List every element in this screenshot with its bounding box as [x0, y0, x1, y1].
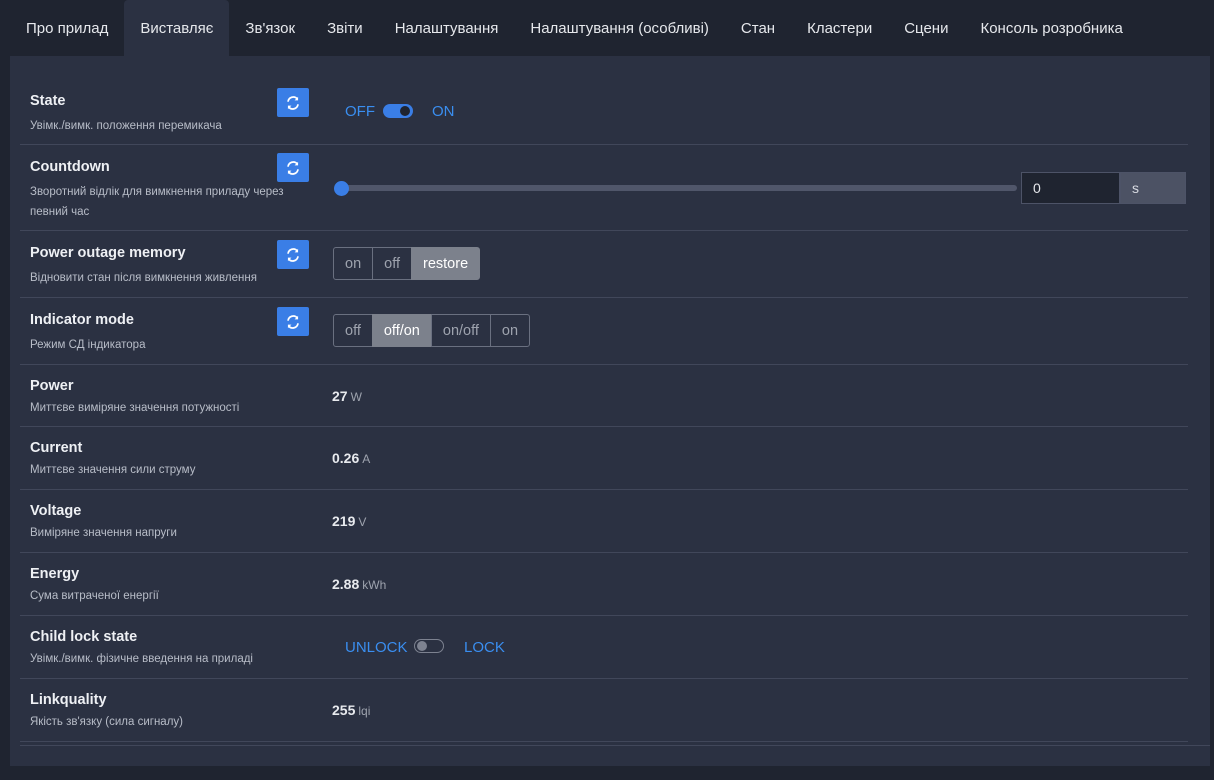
power-outage-memory-desc: Відновити стан після вимкнення живлення: [30, 272, 257, 284]
current-desc: Миттєве значення сили струму: [30, 464, 196, 476]
linkquality-row: Linkquality Якість зв'язку (сила сигналу…: [20, 679, 1188, 742]
voltage-name: Voltage: [30, 503, 82, 519]
state-switch-knob: [400, 106, 410, 116]
child-lock-switch[interactable]: [414, 639, 444, 653]
countdown-refresh-button[interactable]: [277, 153, 309, 182]
current-number: 0.26: [332, 450, 360, 466]
countdown-row: Countdown Зворотний відлік для вимкнення…: [20, 145, 1188, 231]
energy-desc: Сума витраченої енергії: [30, 590, 159, 602]
tab-reporting[interactable]: Звіти: [311, 0, 379, 56]
countdown-desc: Зворотний відлік для вимкнення приладу ч…: [30, 186, 284, 218]
linkquality-desc: Якість зв'язку (сила сигналу): [30, 716, 183, 728]
current-row: Current Миттєве значення сили струму 0.2…: [20, 427, 1188, 490]
indicator-mode-option-on-off[interactable]: on/off: [430, 314, 491, 347]
indicator-mode-options: off off/on on/off on: [333, 314, 531, 347]
power-outage-memory-refresh-button[interactable]: [277, 240, 309, 269]
tab-settings-specific[interactable]: Налаштування (особливі): [514, 0, 725, 56]
countdown-unit: s: [1120, 172, 1186, 204]
child-lock-desc: Увімк./вимк. фізичне введення на приладі: [30, 653, 253, 665]
power-outage-memory-row: Power outage memory Відновити стан після…: [20, 231, 1188, 298]
child-lock-row: Child lock state Увімк./вимк. фізичне вв…: [20, 616, 1188, 679]
voltage-row: Voltage Виміряне значення напруги 219 V: [20, 490, 1188, 553]
energy-unit: kWh: [362, 578, 387, 592]
energy-value: 2.88 kWh: [332, 576, 386, 592]
tab-bind[interactable]: Зв'язок: [229, 0, 311, 56]
current-name: Current: [30, 440, 83, 456]
power-outage-memory-option-restore[interactable]: restore: [411, 247, 481, 280]
energy-number: 2.88: [332, 576, 360, 592]
child-lock-name: Child lock state: [30, 629, 138, 645]
indicator-mode-option-on[interactable]: on: [489, 314, 531, 347]
tab-scenes[interactable]: Сцени: [888, 0, 964, 56]
child-lock-unlock-label[interactable]: UNLOCK: [345, 639, 408, 656]
refresh-icon: [287, 95, 299, 110]
indicator-mode-row: Indicator mode Режим СД індикатора off o…: [20, 298, 1188, 365]
indicator-mode-name: Indicator mode: [30, 312, 134, 328]
bottom-divider: [20, 745, 1210, 746]
countdown-slider-track[interactable]: [334, 180, 1017, 196]
tab-about[interactable]: Про прилад: [10, 0, 124, 56]
tab-exposes[interactable]: Виставляє: [124, 0, 230, 56]
power-outage-memory-option-on[interactable]: on: [333, 247, 374, 280]
indicator-mode-option-off-on[interactable]: off/on: [371, 314, 432, 347]
tab-settings[interactable]: Налаштування: [379, 0, 515, 56]
energy-name: Energy: [30, 566, 80, 582]
countdown-name: Countdown: [30, 159, 110, 175]
exposes-panel: State Увімк./вимк. положення перемикача …: [10, 56, 1210, 766]
energy-row: Energy Сума витраченої енергії 2.88 kWh: [20, 553, 1188, 616]
power-row: Power Миттєве виміряне значення потужнос…: [20, 365, 1188, 427]
power-outage-memory-options: on off restore: [333, 247, 481, 280]
current-value: 0.26 A: [332, 450, 370, 466]
linkquality-number: 255: [332, 702, 356, 718]
state-desc: Увімк./вимк. положення перемикача: [30, 120, 222, 132]
countdown-input[interactable]: [1021, 172, 1120, 204]
indicator-mode-refresh-button[interactable]: [277, 307, 309, 336]
power-value: 27 W: [332, 388, 362, 404]
linkquality-value: 255 lqi: [332, 702, 370, 718]
state-on-label[interactable]: ON: [432, 103, 455, 120]
indicator-mode-option-off[interactable]: off: [333, 314, 373, 347]
linkquality-name: Linkquality: [30, 692, 107, 708]
current-unit: A: [362, 452, 371, 466]
state-refresh-button[interactable]: [277, 88, 309, 117]
voltage-number: 219: [332, 513, 356, 529]
state-switch[interactable]: [383, 104, 413, 118]
power-desc: Миттєве виміряне значення потужності: [30, 402, 240, 414]
power-unit: W: [350, 390, 362, 404]
voltage-value: 219 V: [332, 513, 366, 529]
indicator-mode-desc: Режим СД індикатора: [30, 339, 146, 351]
state-row: State Увімк./вимк. положення перемикача …: [20, 76, 1188, 145]
power-name: Power: [30, 378, 74, 394]
tab-state[interactable]: Стан: [725, 0, 791, 56]
child-lock-lock-label[interactable]: LOCK: [464, 639, 505, 656]
tab-clusters[interactable]: Кластери: [791, 0, 888, 56]
state-off-label[interactable]: OFF: [345, 103, 375, 120]
power-outage-memory-option-off[interactable]: off: [372, 247, 412, 280]
voltage-desc: Виміряне значення напруги: [30, 527, 177, 539]
tab-dev-console[interactable]: Консоль розробника: [964, 0, 1138, 56]
linkquality-unit: lqi: [358, 704, 371, 718]
refresh-icon: [287, 247, 299, 262]
power-number: 27: [332, 388, 348, 404]
state-name: State: [30, 93, 66, 109]
countdown-slider-thumb[interactable]: [334, 180, 349, 196]
voltage-unit: V: [358, 515, 367, 529]
power-outage-memory-name: Power outage memory: [30, 245, 186, 261]
child-lock-switch-knob: [417, 641, 427, 651]
tab-bar: Про прилад Виставляє Зв'язок Звіти Налаш…: [10, 0, 1214, 56]
refresh-icon: [287, 314, 299, 329]
refresh-icon: [287, 160, 299, 175]
